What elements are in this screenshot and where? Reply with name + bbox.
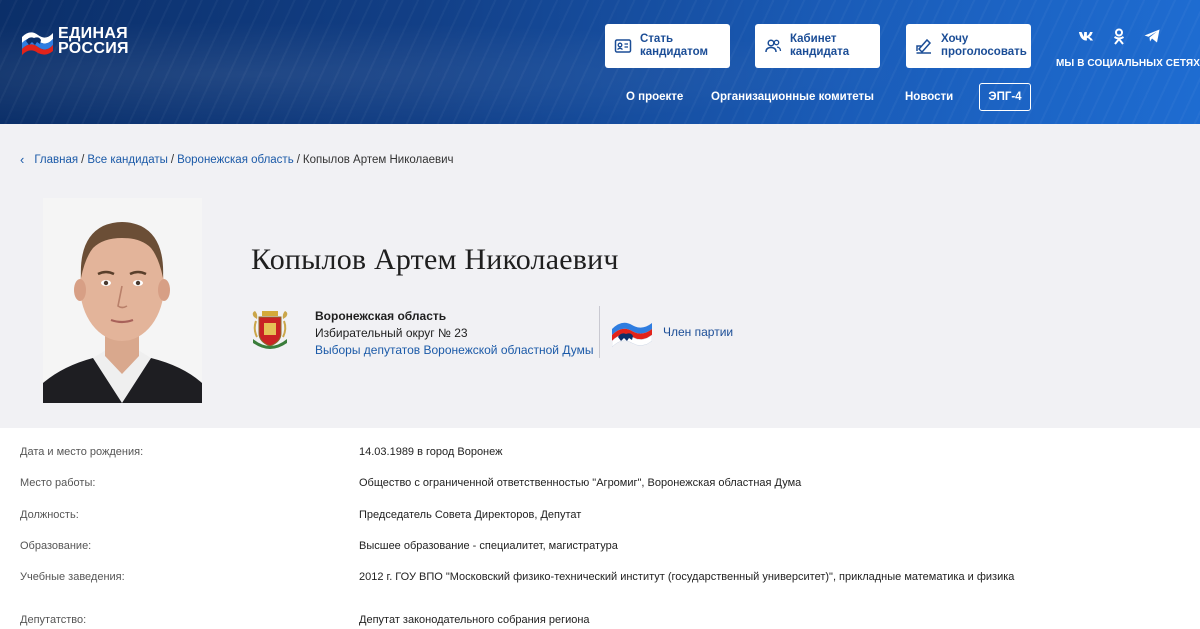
nav-epg-button[interactable]: ЭПГ-4 (979, 83, 1031, 111)
detail-value: Общество с ограниченной ответственностью… (359, 477, 802, 489)
nav-about[interactable]: О проекте (626, 91, 683, 103)
detail-label: Образование: (20, 540, 92, 552)
party-membership-icon (612, 322, 652, 348)
breadcrumb-separator: / (170, 153, 175, 166)
users-icon (765, 39, 782, 53)
detail-value: 14.03.1989 в город Воронеж (359, 446, 503, 458)
social-links (1078, 28, 1160, 45)
want-to-vote-button[interactable]: Хочу проголосовать (906, 24, 1031, 68)
breadcrumb-all-candidates[interactable]: Все кандидаты (87, 154, 168, 166)
candidate-name: Копылов Артем Николаевич (251, 243, 619, 276)
bear-flag-icon (22, 32, 53, 55)
detail-label: Должность: (20, 509, 79, 521)
logo-line-1: ЕДИНАЯ (58, 25, 128, 42)
breadcrumb-current: Копылов Артем Николаевич (302, 153, 454, 166)
party-logo[interactable]: ЕДИНАЯ РОССИЯ (20, 25, 129, 57)
divider (599, 306, 600, 358)
elections-link[interactable]: Выборы депутатов Воронежской областной Д… (315, 342, 593, 359)
detail-label: Депутатство: (20, 614, 87, 626)
social-title: МЫ В СОЦИАЛЬНЫХ СЕТЯХ (1056, 58, 1200, 69)
detail-value: Председатель Совета Директоров, Депутат (359, 509, 582, 521)
region-name: Воронежская область (315, 309, 447, 323)
odnoklassniki-icon[interactable] (1111, 28, 1127, 45)
nav-news[interactable]: Новости (905, 91, 953, 103)
vk-icon[interactable] (1078, 28, 1094, 44)
detail-label: Учебные заведения: (20, 571, 125, 583)
detail-value: Высшее образование - специалитет, магист… (359, 540, 618, 552)
want-to-vote-label: Хочу проголосовать (941, 33, 1027, 58)
candidate-profile: ‹ Главная / Все кандидаты / Воронежская … (0, 124, 1200, 428)
become-candidate-button[interactable]: Стать кандидатом (605, 24, 730, 68)
detail-value: Депутат законодательного собрания регион… (359, 614, 590, 626)
breadcrumb: ‹ Главная / Все кандидаты / Воронежская … (20, 152, 454, 167)
become-candidate-label: Стать кандидатом (640, 33, 709, 58)
breadcrumb-region[interactable]: Воронежская область (177, 154, 294, 166)
telegram-icon[interactable] (1144, 28, 1160, 44)
detail-label: Дата и место рождения: (20, 446, 144, 458)
breadcrumb-home[interactable]: Главная (34, 154, 78, 166)
electoral-district: Избирательный округ № 23 (315, 326, 468, 340)
chevron-left-icon[interactable]: ‹ (20, 152, 24, 167)
detail-value: 2012 г. ГОУ ВПО "Московский физико-техни… (359, 571, 1015, 583)
candidate-photo (43, 198, 202, 403)
breadcrumb-separator: / (296, 153, 300, 166)
candidate-cabinet-label: Кабинет кандидата (790, 33, 850, 58)
region-coat-of-arms-icon (252, 311, 288, 349)
ballot-icon (916, 38, 932, 54)
nav-committees[interactable]: Организационные комитеты (711, 91, 874, 103)
party-status: Член партии (663, 325, 734, 339)
logo-line-2: РОССИЯ (58, 40, 129, 57)
site-header: ЕДИНАЯ РОССИЯ Стать кандидатом Кабинет к… (0, 0, 1200, 124)
candidate-cabinet-button[interactable]: Кабинет кандидата (755, 24, 880, 68)
breadcrumb-separator: / (81, 153, 85, 166)
region-info: Воронежская область Избирательный округ … (315, 308, 593, 359)
detail-label: Место работы: (20, 477, 96, 489)
id-card-icon (614, 39, 632, 53)
